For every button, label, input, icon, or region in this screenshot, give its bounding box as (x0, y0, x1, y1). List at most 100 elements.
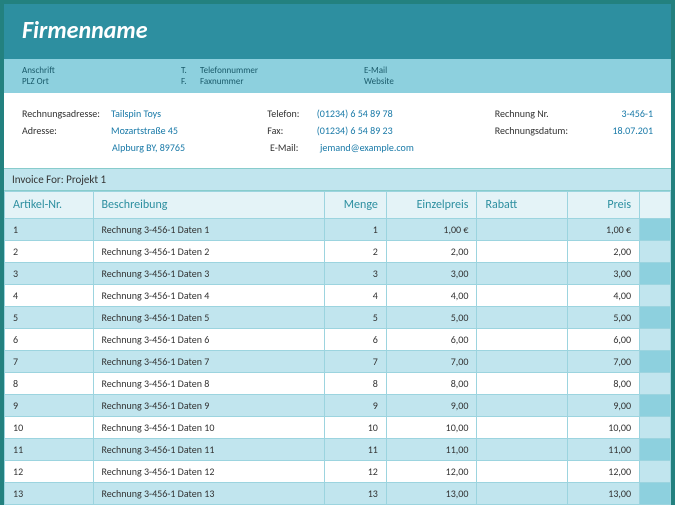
table-row: 4Rechnung 3-456-1 Daten 444,004,00 (5, 285, 671, 307)
billing-addr-label: Rechnungsadresse: (22, 107, 111, 120)
cell-rab (477, 395, 568, 417)
cell-qty: 10 (325, 417, 387, 439)
cell-ep: 7,00 (386, 351, 477, 373)
cell-num: 1 (5, 219, 94, 241)
cell-pr: 11,00 (568, 439, 640, 461)
cell-desc: Rechnung 3-456-1 Daten 2 (93, 241, 325, 263)
cell-desc: Rechnung 3-456-1 Daten 6 (93, 329, 325, 351)
invoice-for: Invoice For: Projekt 1 (4, 168, 671, 191)
cell-num: 12 (5, 461, 94, 483)
cell-ep: 12,00 (386, 461, 477, 483)
cell-pr: 8,00 (568, 373, 640, 395)
cell-qty: 8 (325, 373, 387, 395)
cell-ep: 6,00 (386, 329, 477, 351)
cell-rab (477, 461, 568, 483)
cell-desc: Rechnung 3-456-1 Daten 8 (93, 373, 325, 395)
cell-pr: 7,00 (568, 351, 640, 373)
cell-desc: Rechnung 3-456-1 Daten 11 (93, 439, 325, 461)
cell-ext (640, 373, 671, 395)
company-name: Firmenname (22, 16, 653, 45)
info-block: Rechnungsadresse: Tailspin Toys Telefon:… (4, 93, 671, 168)
invoice-date-label: Rechnungsdatum: (495, 124, 594, 137)
fax-short-label: F. (181, 76, 196, 87)
cell-ext (640, 417, 671, 439)
cell-qty: 4 (325, 285, 387, 307)
fax-label2: Fax: (267, 124, 316, 137)
cell-ep: 4,00 (386, 285, 477, 307)
col-menge: Menge (325, 192, 387, 219)
table-row: 3Rechnung 3-456-1 Daten 333,003,00 (5, 263, 671, 285)
cell-pr: 9,00 (568, 395, 640, 417)
cell-ext (640, 307, 671, 329)
cell-num: 11 (5, 439, 94, 461)
billing-addr-value: Tailspin Toys (111, 107, 267, 120)
cell-qty: 7 (325, 351, 387, 373)
cell-rab (477, 483, 568, 505)
cell-rab (477, 417, 568, 439)
cell-desc: Rechnung 3-456-1 Daten 3 (93, 263, 325, 285)
cell-num: 13 (5, 483, 94, 505)
table-row: 12Rechnung 3-456-1 Daten 121212,0012,00 (5, 461, 671, 483)
addr-line1: Mozartstraße 45 (111, 124, 267, 137)
cell-pr: 12,00 (568, 461, 640, 483)
cell-qty: 1 (325, 219, 387, 241)
cell-qty: 2 (325, 241, 387, 263)
cell-desc: Rechnung 3-456-1 Daten 13 (93, 483, 325, 505)
cell-rab (477, 307, 568, 329)
col-rabatt: Rabatt (477, 192, 568, 219)
table-row: 8Rechnung 3-456-1 Daten 888,008,00 (5, 373, 671, 395)
cell-rab (477, 285, 568, 307)
invoice-date-value: 18.07.201 (594, 124, 653, 137)
cell-num: 4 (5, 285, 94, 307)
tel-value: (01234) 6 54 89 78 (317, 107, 495, 120)
cell-rab (477, 219, 568, 241)
cell-ext (640, 439, 671, 461)
cell-qty: 12 (325, 461, 387, 483)
fax-value: (01234) 6 54 89 23 (317, 124, 495, 137)
table-row: 6Rechnung 3-456-1 Daten 666,006,00 (5, 329, 671, 351)
cell-rab (477, 241, 568, 263)
invoice-nr-label: Rechnung Nr. (495, 107, 594, 120)
col-artikel-nr: Artikel-Nr. (5, 192, 94, 219)
table-header-row: Artikel-Nr. Beschreibung Menge Einzelpre… (5, 192, 671, 219)
cell-rab (477, 351, 568, 373)
cell-qty: 9 (325, 395, 387, 417)
cell-ext (640, 285, 671, 307)
cell-qty: 13 (325, 483, 387, 505)
tel-label2: Telefon: (267, 107, 316, 120)
cell-ep: 1,00 € (386, 219, 477, 241)
cell-ext (640, 241, 671, 263)
cell-num: 10 (5, 417, 94, 439)
cell-qty: 5 (325, 307, 387, 329)
email-label: E-Mail (364, 65, 387, 76)
col-einzelpreis: Einzelpreis (386, 192, 477, 219)
addr-label: Adresse: (22, 124, 111, 137)
table-row: 7Rechnung 3-456-1 Daten 777,007,00 (5, 351, 671, 373)
plzort-label: PLZ Ort (22, 76, 177, 87)
cell-ep: 8,00 (386, 373, 477, 395)
cell-ext (640, 395, 671, 417)
cell-ep: 2,00 (386, 241, 477, 263)
table-row: 10Rechnung 3-456-1 Daten 101010,0010,00 (5, 417, 671, 439)
col-preis: Preis (568, 192, 640, 219)
cell-num: 6 (5, 329, 94, 351)
website-label: Website (364, 76, 394, 87)
cell-num: 9 (5, 395, 94, 417)
tel-label: Telefonnummer (200, 65, 360, 76)
cell-pr: 1,00 € (568, 219, 640, 241)
cell-pr: 13,00 (568, 483, 640, 505)
cell-desc: Rechnung 3-456-1 Daten 12 (93, 461, 325, 483)
header-bar: Firmenname (4, 4, 671, 59)
cell-desc: Rechnung 3-456-1 Daten 4 (93, 285, 325, 307)
email-label2: E-Mail: (270, 141, 320, 154)
cell-pr: 5,00 (568, 307, 640, 329)
cell-ext (640, 461, 671, 483)
cell-num: 2 (5, 241, 94, 263)
anschrift-label: Anschrift (22, 65, 177, 76)
cell-qty: 11 (325, 439, 387, 461)
invoice-table: Artikel-Nr. Beschreibung Menge Einzelpre… (4, 191, 671, 505)
cell-ep: 13,00 (386, 483, 477, 505)
cell-pr: 4,00 (568, 285, 640, 307)
tel-short-label: T. (181, 65, 196, 76)
table-row: 13Rechnung 3-456-1 Daten 131313,0013,00 (5, 483, 671, 505)
